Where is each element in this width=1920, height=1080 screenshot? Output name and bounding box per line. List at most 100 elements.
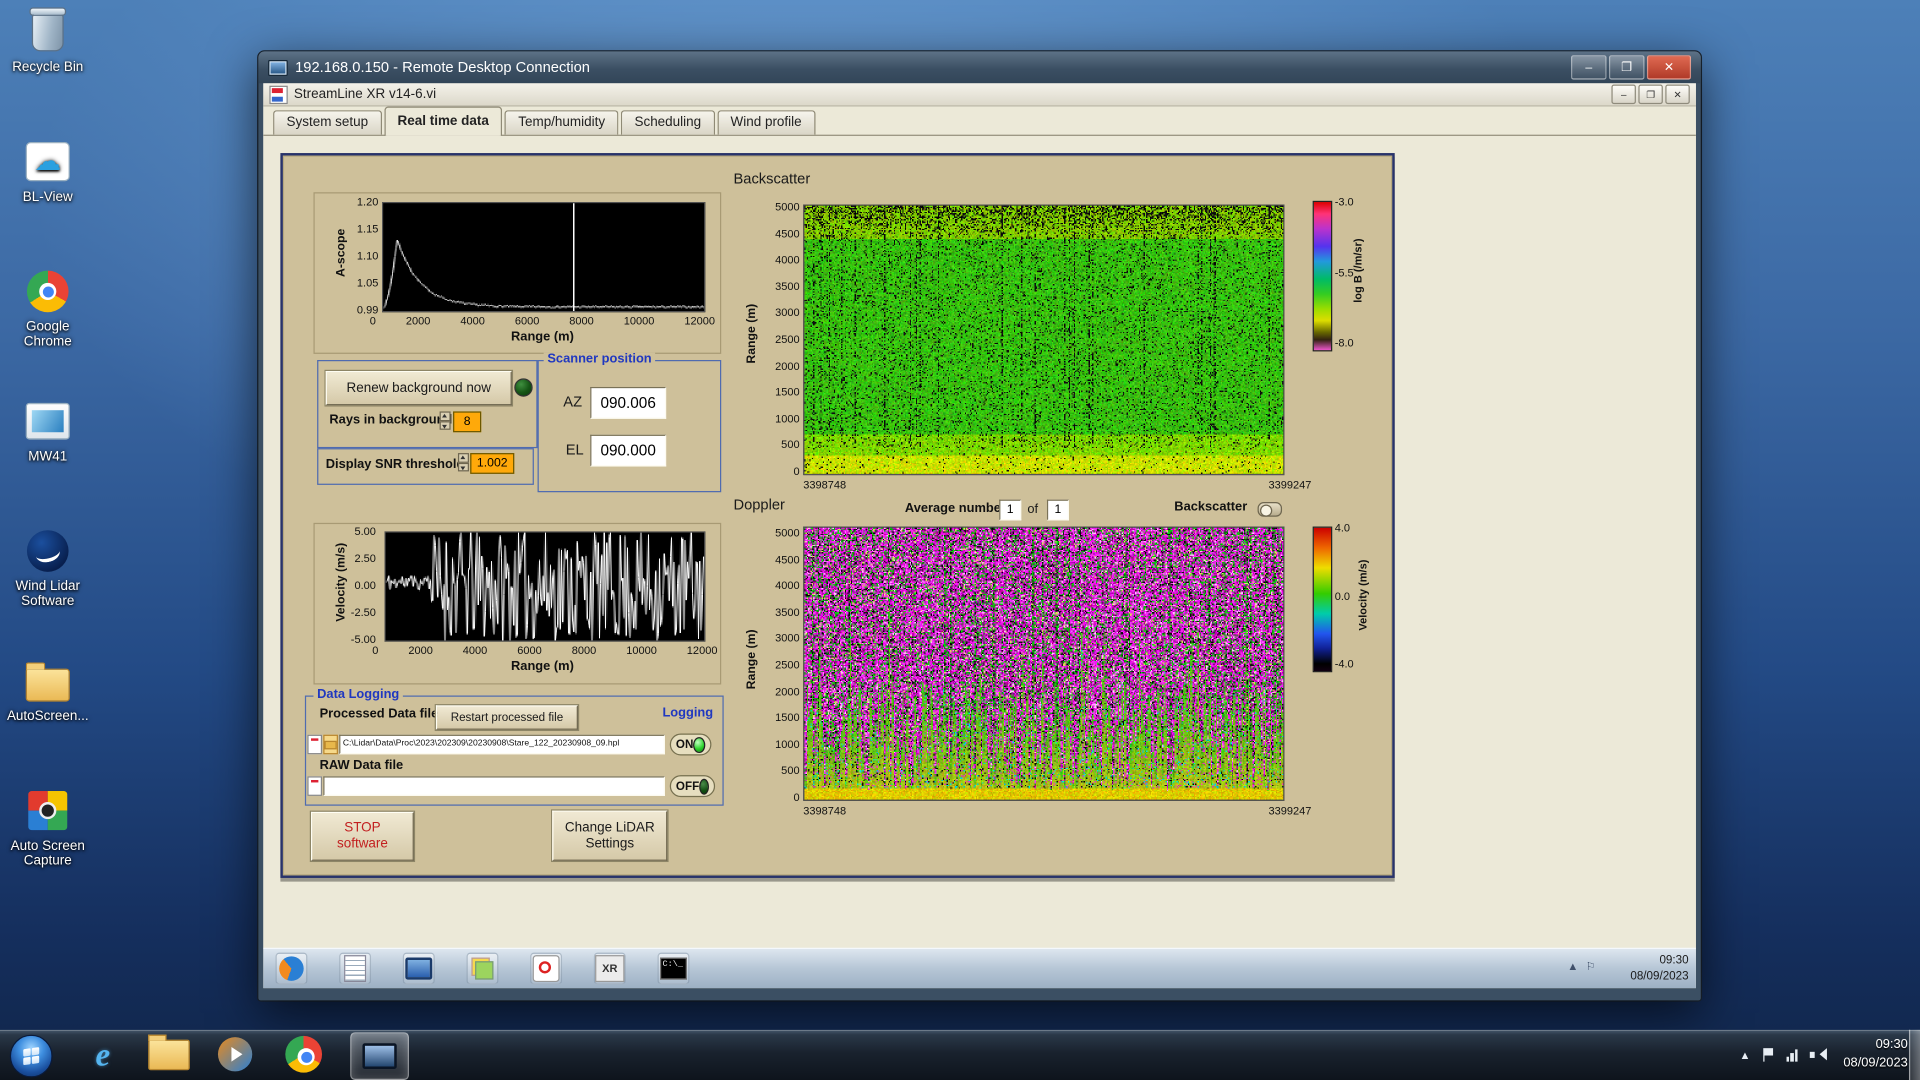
vi-minimize-button[interactable]: –	[1611, 84, 1636, 105]
tick-label: 0.0	[1334, 589, 1351, 602]
raw-path-field[interactable]	[323, 776, 665, 796]
remote-tray[interactable]: ▲ ⚐	[1567, 960, 1595, 973]
tick-label: 3500	[775, 605, 800, 619]
tab-wind-profile[interactable]: Wind profile	[717, 110, 816, 135]
raw-logging-switch[interactable]: OFF	[669, 775, 716, 798]
restart-processed-file-button[interactable]: Restart processed file	[435, 705, 578, 730]
average-of-value[interactable]: 1	[1046, 499, 1069, 521]
tick-label: 3000	[775, 306, 800, 319]
desktop-icon-wind-lidar[interactable]: Wind Lidar Software	[2, 527, 93, 609]
logging-label: Logging	[662, 705, 714, 720]
tab-strip: System setup Real time data Temp/humidit…	[263, 106, 1696, 136]
remote-tray-arrow-icon[interactable]: ▲	[1567, 960, 1578, 973]
drive-icon[interactable]	[307, 734, 323, 755]
snr-spinner[interactable]	[457, 453, 469, 472]
remote-clock[interactable]: 09:30 08/09/2023	[1630, 953, 1688, 985]
ascope-plot[interactable]	[382, 202, 706, 313]
desktop-icon-recycle-bin[interactable]: Recycle Bin	[2, 7, 93, 75]
snr-value[interactable]: 1.002	[470, 453, 515, 474]
vi-titlebar[interactable]: StreamLine XR v14-6.vi – ❐ ✕	[263, 83, 1696, 107]
tick-label: 0	[372, 644, 379, 657]
doppler-x-ticks: 3398748 3399247	[803, 804, 1311, 816]
desktop-icon-label: Wind Lidar Software	[15, 579, 80, 609]
show-desktop-button[interactable]	[1908, 1029, 1920, 1080]
remote-power-icon[interactable]	[530, 952, 563, 985]
desktop-icon-mw41[interactable]: MW41	[2, 397, 93, 464]
remote-xr-icon[interactable]: XR	[593, 952, 626, 985]
taskbar-explorer-icon[interactable]	[144, 1033, 193, 1075]
taskbar-media-player-icon[interactable]	[211, 1033, 260, 1075]
tick-label: 4000	[775, 253, 800, 266]
tick-label: 4.0	[1334, 521, 1351, 534]
el-value[interactable]: 090.000	[590, 434, 667, 467]
taskbar-clock[interactable]: 09:30 08/09/2023	[1843, 1036, 1907, 1073]
tray-volume-icon[interactable]	[1809, 1048, 1827, 1061]
average-number-value[interactable]: 1	[999, 499, 1022, 521]
remote-notes-icon[interactable]	[466, 952, 499, 985]
processed-path-field[interactable]: C:\Lidar\Data\Proc\2023\202309\20230908\…	[339, 734, 665, 755]
vi-close-button[interactable]: ✕	[1665, 84, 1690, 105]
backscatter-heatmap[interactable]	[803, 204, 1285, 476]
browse-folder-icon[interactable]	[323, 734, 338, 755]
tab-system-setup[interactable]: System setup	[273, 110, 382, 135]
remote-network-icon[interactable]	[402, 952, 435, 985]
monitor-icon	[25, 402, 70, 440]
minimize-button[interactable]: –	[1571, 55, 1607, 80]
desktop-icon-label: Auto Screen Capture	[10, 838, 85, 869]
maximize-button[interactable]: ❐	[1608, 55, 1645, 80]
tab-real-time-data[interactable]: Real time data	[384, 106, 503, 136]
rdc-titlebar[interactable]: 192.168.0.150 - Remote Desktop Connectio…	[258, 51, 1701, 84]
taskbar-time: 09:30	[1875, 1037, 1908, 1052]
tab-temp-humidity[interactable]: Temp/humidity	[504, 110, 619, 135]
drive-icon[interactable]	[307, 776, 323, 796]
tick-label: 3500	[775, 280, 800, 293]
desktop-icon-bl-view[interactable]: ☁ BL-View	[2, 137, 93, 204]
close-button[interactable]: ✕	[1646, 55, 1692, 80]
tray-action-center-icon[interactable]	[1762, 1048, 1774, 1062]
chrome-icon	[26, 270, 69, 313]
start-button[interactable]	[9, 1034, 53, 1078]
desktop-icon-autoscreen[interactable]: AutoScreen...	[2, 656, 93, 724]
tray-network-icon[interactable]	[1785, 1048, 1798, 1062]
tray-show-hidden-icon[interactable]: ▲	[1739, 1049, 1750, 1061]
stop-software-button[interactable]: STOP software	[311, 811, 414, 861]
renew-background-button[interactable]: Renew background now	[325, 371, 512, 406]
front-panel: A-scope 1.20 1.15 1.10 1.05 0.99 0 2000 4000 60…	[280, 153, 1395, 878]
rays-spinner[interactable]	[439, 411, 451, 430]
desktop-icon-label: Recycle Bin	[12, 60, 84, 75]
doppler-x-start: 3398748	[803, 804, 847, 817]
az-value[interactable]: 090.006	[590, 386, 667, 419]
tick-label: 5000	[775, 200, 800, 214]
tick-label: 10000	[626, 644, 657, 657]
tick-label: 4500	[775, 227, 800, 240]
rdc-window: 192.168.0.150 - Remote Desktop Connectio…	[258, 51, 1701, 1001]
tick-label: 12000	[684, 314, 716, 327]
stop-button-line2: software	[336, 836, 388, 852]
ascope-x-axis-label: Range (m)	[511, 329, 574, 345]
tick-label: 500	[781, 764, 800, 777]
recycle-bin-icon	[29, 7, 67, 52]
taskbar-rdc-button[interactable]	[350, 1032, 409, 1080]
remote-dos-icon[interactable]: C:\_	[657, 952, 690, 985]
backscatter-toggle[interactable]	[1257, 502, 1283, 517]
change-button-line2: Settings	[585, 835, 635, 851]
renew-led	[514, 378, 533, 397]
remote-tray-flag-icon[interactable]: ⚐	[1586, 960, 1596, 973]
rays-in-background-label: Rays in background	[329, 412, 453, 428]
tab-scheduling[interactable]: Scheduling	[621, 110, 715, 135]
doppler-y-ticks: 5000 4500 4000 3500 3000 2500 2000 1500 1000 500 0	[765, 527, 800, 804]
doppler-heatmap[interactable]	[803, 526, 1285, 801]
desktop-icon-auto-screen-capture[interactable]: Auto Screen Capture	[2, 786, 93, 868]
rays-value[interactable]: 8	[453, 411, 482, 433]
taskbar-chrome-icon[interactable]	[279, 1033, 328, 1075]
desktop-icon-google-chrome[interactable]: Google Chrome	[2, 267, 93, 349]
tick-label: 0	[793, 465, 800, 478]
velocity-y-ticks: 5.00 2.50 0.00 -2.50 -5.00	[337, 525, 376, 645]
remote-browser-icon[interactable]	[275, 952, 308, 985]
taskbar-ie-icon[interactable]: e	[78, 1033, 127, 1075]
vi-restore-button[interactable]: ❐	[1638, 84, 1663, 105]
velocity-plot[interactable]	[384, 531, 706, 642]
processed-logging-switch[interactable]: ON	[669, 733, 712, 756]
remote-notepad-icon[interactable]	[339, 952, 372, 985]
change-lidar-settings-button[interactable]: Change LiDAR Settings	[552, 810, 668, 861]
